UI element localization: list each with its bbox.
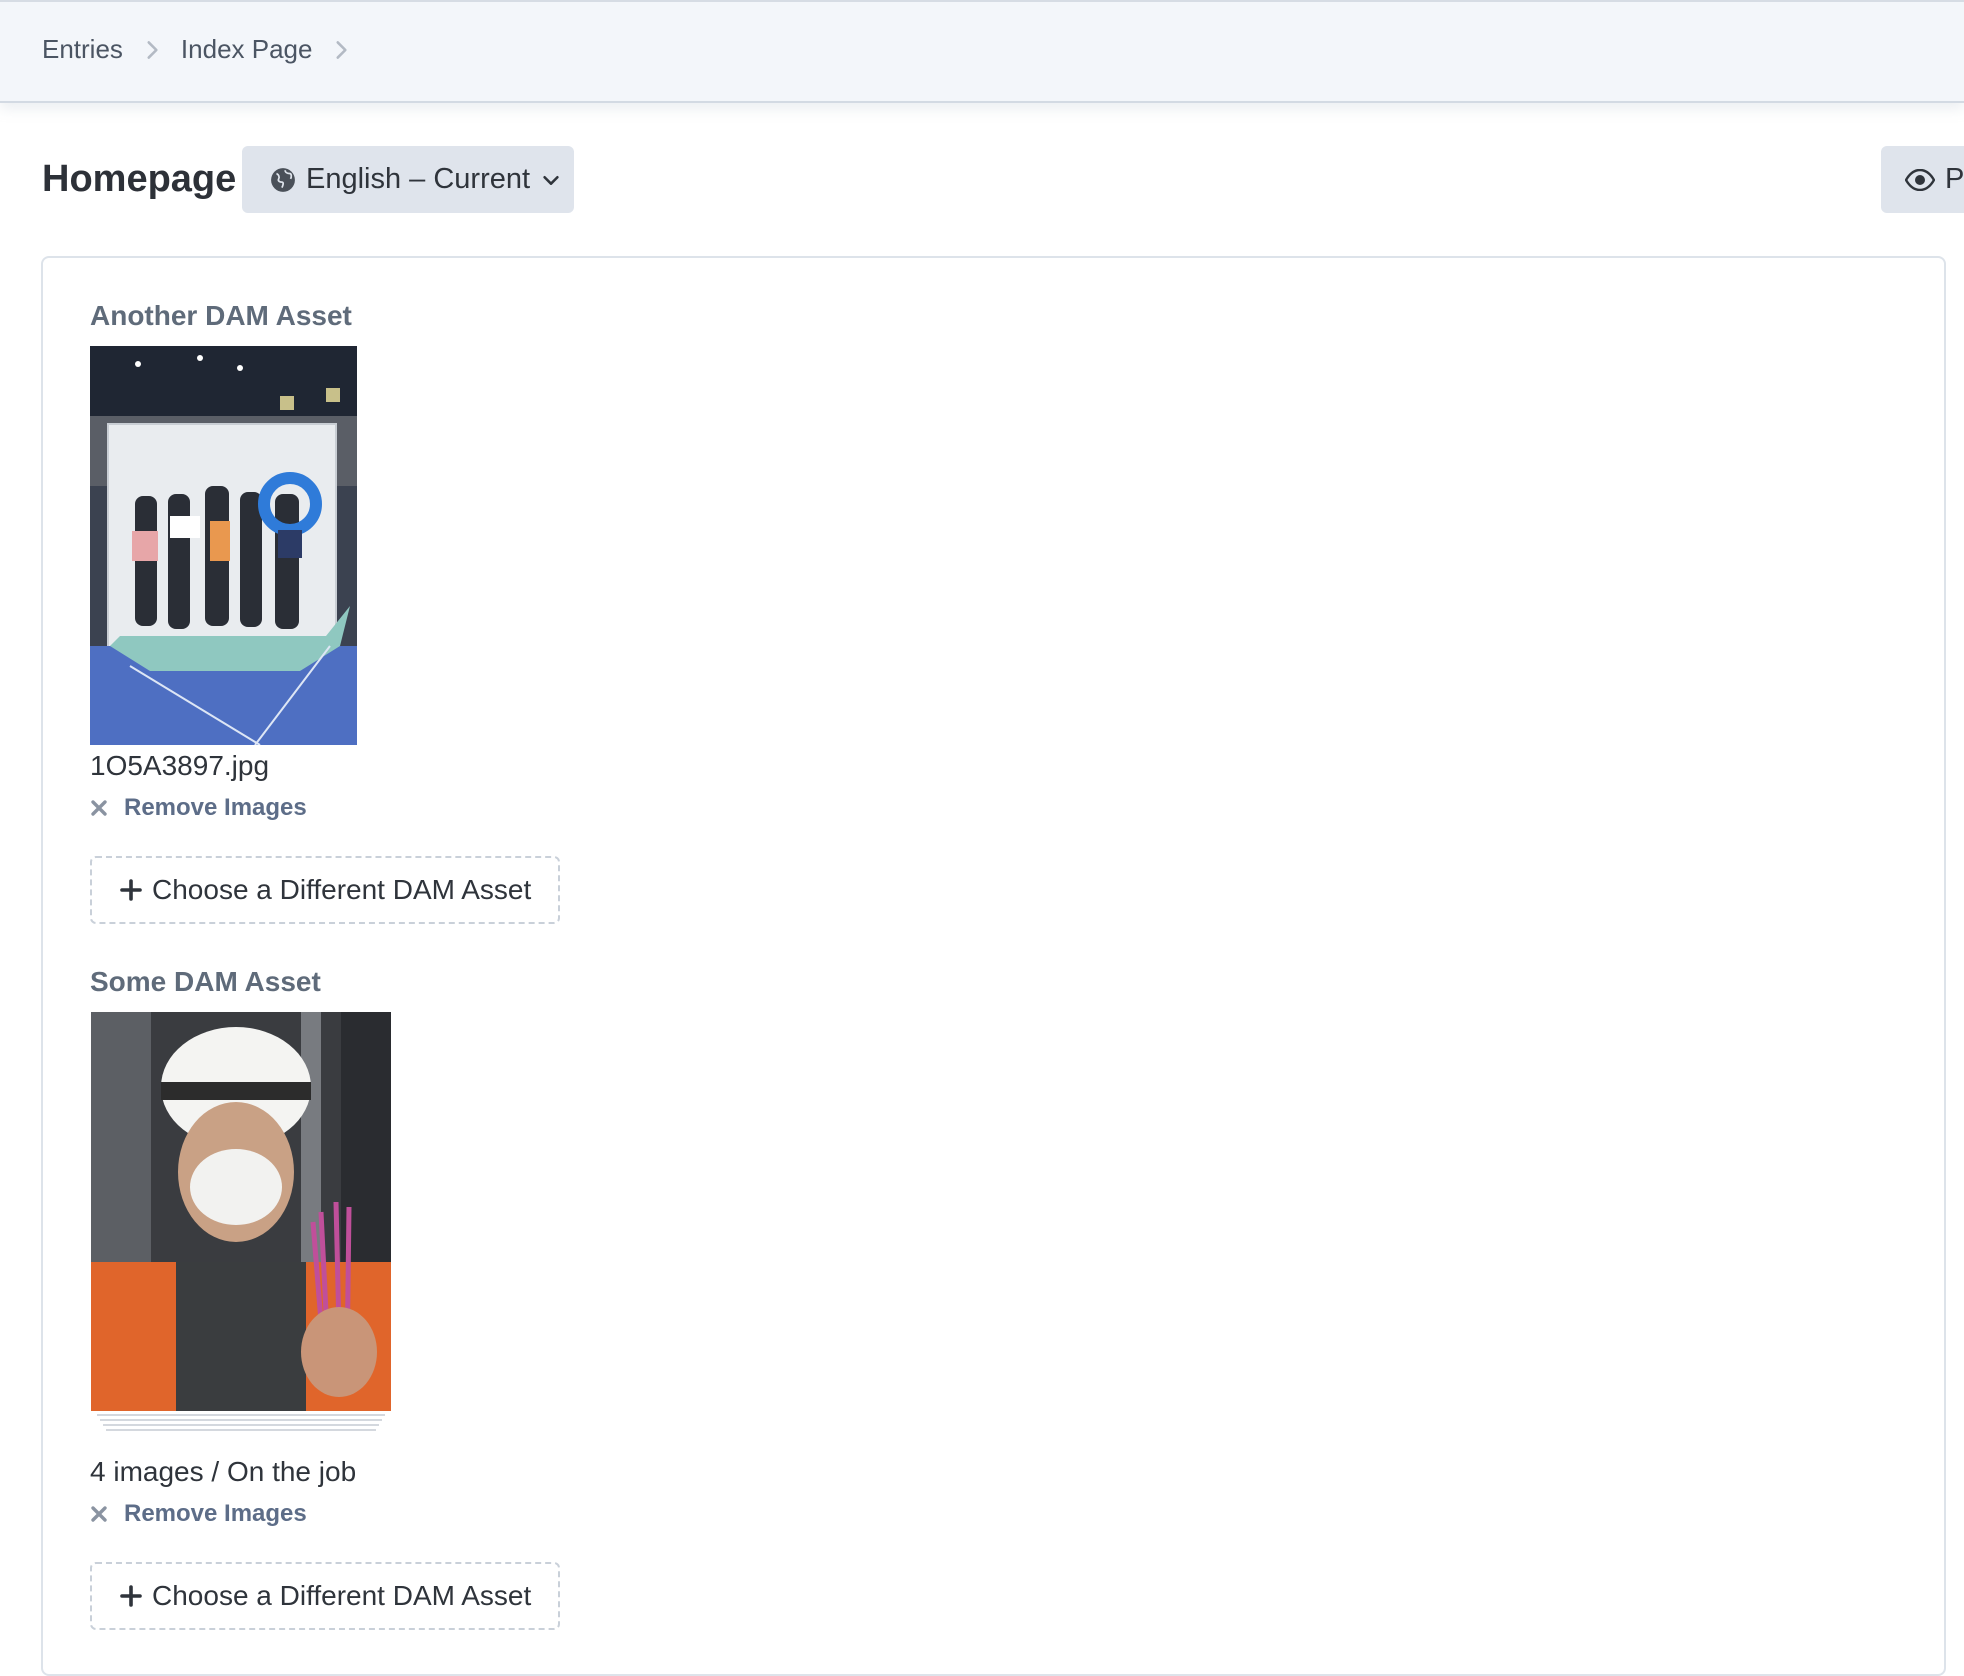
- plus-icon: [120, 1585, 142, 1607]
- choose-different-asset-button[interactable]: Choose a Different DAM Asset: [90, 1562, 560, 1630]
- asset-thumbnail-image: [90, 346, 357, 745]
- asset-filename: 1O5A3897.jpg: [90, 750, 270, 781]
- choose-asset-label: Choose a Different DAM Asset: [152, 1580, 532, 1611]
- plus-icon: [120, 879, 142, 901]
- breadcrumb-entries[interactable]: Entries: [42, 34, 123, 65]
- chevron-right-icon: [139, 37, 165, 63]
- close-icon: [91, 800, 107, 816]
- remove-images-label: Remove Images: [124, 794, 307, 821]
- stack-edge: [100, 1419, 382, 1421]
- close-icon: [91, 1506, 107, 1522]
- choose-different-asset-button[interactable]: Choose a Different DAM Asset: [90, 856, 560, 924]
- asset-collection-thumbnail: [91, 1012, 391, 1411]
- page-title: Homepage: [42, 158, 237, 200]
- chevron-right-icon: [328, 37, 354, 63]
- remove-images-label: Remove Images: [124, 1500, 307, 1527]
- stack-edge: [97, 1414, 385, 1416]
- top-bar: Entries Index Page: [0, 0, 1964, 103]
- stack-edge: [106, 1429, 376, 1431]
- stack-edge: [103, 1424, 379, 1426]
- remove-images-link[interactable]: Remove Images: [90, 794, 307, 822]
- language-dropdown[interactable]: English – Current: [242, 146, 574, 213]
- globe-icon: [271, 167, 295, 192]
- preview-label: Pr: [1945, 163, 1964, 195]
- breadcrumb: Entries Index Page: [42, 34, 370, 65]
- asset-collection-caption: 4 images / On the job: [90, 1456, 357, 1487]
- field-label-another-dam-asset: Another DAM Asset: [90, 300, 352, 331]
- remove-images-link[interactable]: Remove Images: [90, 1500, 307, 1528]
- breadcrumb-index-page[interactable]: Index Page: [181, 34, 313, 65]
- language-label: English – Current: [306, 163, 531, 195]
- eye-icon: [1905, 168, 1935, 191]
- chevron-down-icon: [543, 175, 559, 185]
- choose-asset-label: Choose a Different DAM Asset: [152, 874, 532, 905]
- preview-button[interactable]: Pr: [1881, 146, 1964, 213]
- field-label-some-dam-asset: Some DAM Asset: [90, 966, 321, 997]
